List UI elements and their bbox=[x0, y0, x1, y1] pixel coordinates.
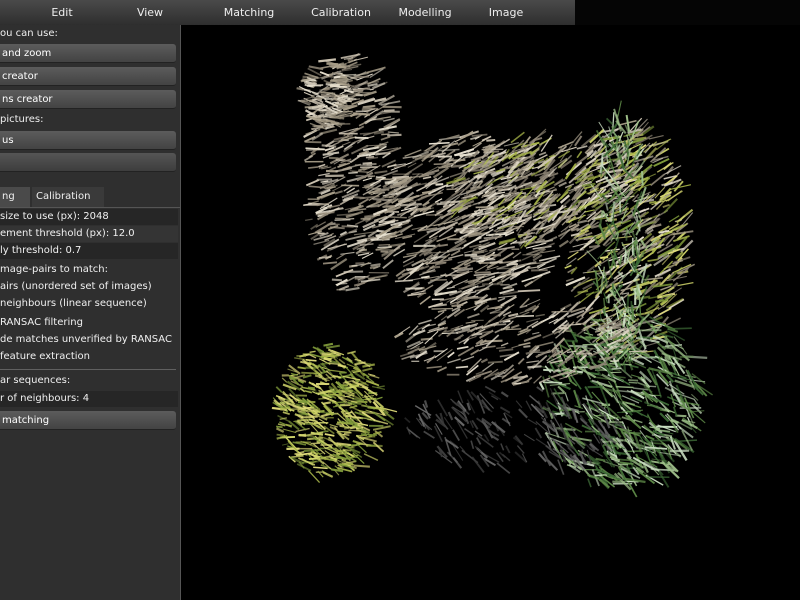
point-cloud-cluster bbox=[538, 307, 713, 498]
ns-creator-button[interactable]: ns creator bbox=[0, 90, 176, 109]
pictures-heading: pictures: bbox=[0, 114, 44, 125]
all-pairs-option[interactable]: airs (unordered set of images) bbox=[0, 281, 152, 292]
image-size-setting[interactable]: size to use (px): 2048 bbox=[0, 211, 109, 222]
menu-edit[interactable]: Edit bbox=[51, 0, 72, 25]
uniqueness-threshold-setting[interactable]: ly threshold: 0.7 bbox=[0, 245, 81, 256]
sidebar: ou can use: and zoom creator ns creator … bbox=[0, 25, 181, 600]
linear-sequences-heading: ar sequences: bbox=[0, 375, 71, 386]
image-pairs-heading: mage-pairs to match: bbox=[0, 264, 108, 275]
divider bbox=[0, 369, 176, 370]
picture-button-2[interactable] bbox=[0, 153, 176, 172]
feature-extraction-option[interactable]: feature extraction bbox=[0, 351, 90, 362]
exclude-unverified-option[interactable]: de matches unverified by RANSAC bbox=[0, 334, 172, 345]
creator-button[interactable]: creator bbox=[0, 67, 176, 86]
ransac-filtering-option[interactable]: RANSAC filtering bbox=[0, 317, 83, 328]
menubar-empty-area bbox=[575, 0, 800, 25]
menu-modelling[interactable]: Modelling bbox=[398, 0, 451, 25]
neighbours-option[interactable]: neighbours (linear sequence) bbox=[0, 298, 147, 309]
menu-image[interactable]: Image bbox=[489, 0, 523, 25]
start-matching-button[interactable]: matching bbox=[0, 411, 176, 430]
point-cloud-cluster bbox=[302, 52, 408, 292]
menu-matching[interactable]: Matching bbox=[224, 0, 275, 25]
tab-divider bbox=[0, 207, 180, 208]
menu-calibration[interactable]: Calibration bbox=[311, 0, 371, 25]
point-cloud bbox=[271, 52, 713, 498]
menubar: Edit View Matching Calibration Modelling… bbox=[0, 0, 575, 26]
tab-calibration[interactable]: Calibration bbox=[32, 187, 104, 207]
3d-viewport[interactable] bbox=[181, 25, 800, 600]
picture-button-1[interactable]: us bbox=[0, 131, 176, 150]
displacement-threshold-setting[interactable]: ement threshold (px): 12.0 bbox=[0, 228, 135, 239]
tab-matching[interactable]: ng bbox=[0, 187, 30, 207]
menu-view[interactable]: View bbox=[137, 0, 163, 25]
number-of-neighbours-setting[interactable]: r of neighbours: 4 bbox=[0, 393, 89, 404]
tools-heading: ou can use: bbox=[0, 28, 58, 39]
point-cloud-cluster bbox=[271, 342, 398, 484]
pan-zoom-button[interactable]: and zoom bbox=[0, 44, 176, 63]
